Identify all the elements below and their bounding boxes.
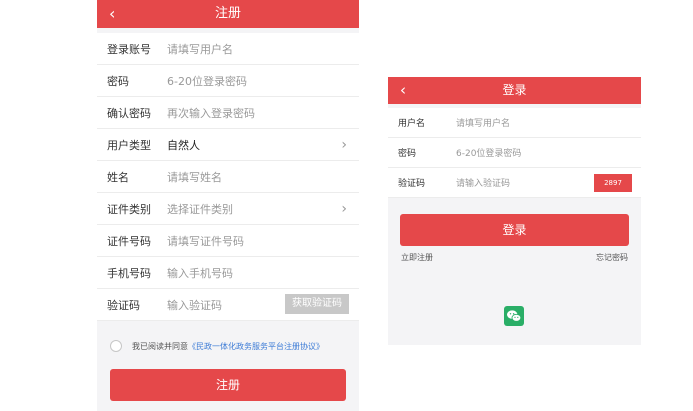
field-label: 密码	[398, 149, 417, 159]
login-screen: ‹ 登录 用户名 请填写用户名 密码 6-20位登录密码 验证码 请输入验证码 …	[388, 77, 641, 345]
register-screen: ‹ 注册 登录账号 请填写用户名 密码 6-20位登录密码 确认密码 再次输入登…	[97, 0, 359, 411]
back-icon[interactable]: ‹	[400, 77, 406, 104]
field-label: 姓名	[107, 170, 129, 184]
field-label: 用户类型	[107, 138, 151, 152]
id-type-value: 选择证件类别	[167, 202, 233, 216]
register-link[interactable]: 立即注册	[401, 252, 433, 263]
captcha-image[interactable]: 2897	[594, 174, 632, 192]
username-field[interactable]: 登录账号 请填写用户名	[97, 33, 359, 65]
login-form: 用户名 请填写用户名 密码 6-20位登录密码 验证码 请输入验证码 2897	[388, 108, 641, 198]
field-label: 证件类别	[107, 202, 151, 216]
page-title: 注册	[214, 6, 241, 21]
field-label: 验证码	[398, 179, 426, 189]
field-label: 密码	[107, 74, 129, 88]
id-number-field[interactable]: 证件号码 请填写证件号码	[97, 225, 359, 257]
agree-text: 我已阅读并同意	[132, 341, 188, 351]
phone-field[interactable]: 手机号码 输入手机号码	[97, 257, 359, 289]
phone-input[interactable]: 输入手机号码	[167, 265, 233, 281]
verify-code-input[interactable]: 输入验证码	[167, 297, 222, 313]
back-icon[interactable]: ‹	[109, 0, 115, 28]
user-type-select[interactable]: 用户类型 自然人 ›	[97, 129, 359, 161]
forgot-password-link[interactable]: 忘记密码	[596, 252, 628, 263]
agreement-link[interactable]: 《民政一体化政务服务平台注册协议》	[188, 341, 324, 352]
id-type-select[interactable]: 证件类别 选择证件类别 ›	[97, 193, 359, 225]
field-label: 确认密码	[107, 106, 151, 120]
username-input[interactable]: 请填写用户名	[167, 41, 233, 57]
user-type-value: 自然人	[167, 138, 200, 152]
password-input[interactable]: 6-20位登录密码	[167, 73, 247, 89]
username-field[interactable]: 用户名 请填写用户名	[388, 108, 641, 138]
field-label: 登录账号	[107, 42, 151, 56]
name-field[interactable]: 姓名 请填写姓名	[97, 161, 359, 193]
field-label: 验证码	[107, 298, 140, 312]
id-number-input[interactable]: 请填写证件号码	[167, 233, 244, 249]
agree-checkbox[interactable]	[110, 340, 122, 352]
register-form: 登录账号 请填写用户名 密码 6-20位登录密码 确认密码 再次输入登录密码 用…	[97, 33, 359, 321]
password-field[interactable]: 密码 6-20位登录密码	[388, 138, 641, 168]
confirm-password-field[interactable]: 确认密码 再次输入登录密码	[97, 97, 359, 129]
login-header: ‹ 登录	[388, 77, 641, 104]
password-field[interactable]: 密码 6-20位登录密码	[97, 65, 359, 97]
chevron-right-icon: ›	[341, 200, 347, 217]
login-button[interactable]: 登录	[400, 214, 629, 246]
get-code-button[interactable]: 获取验证码	[285, 294, 349, 314]
verify-code-field[interactable]: 验证码 输入验证码 获取验证码	[97, 289, 359, 321]
chevron-right-icon: ›	[341, 136, 347, 153]
register-button[interactable]: 注册	[110, 369, 346, 401]
username-input[interactable]: 请填写用户名	[456, 116, 510, 129]
wechat-icon[interactable]	[504, 306, 524, 326]
captcha-input[interactable]: 请输入验证码	[456, 176, 510, 189]
page-title: 登录	[502, 83, 527, 97]
field-label: 证件号码	[107, 234, 151, 248]
password-input[interactable]: 6-20位登录密码	[456, 146, 521, 159]
field-label: 用户名	[398, 119, 426, 129]
field-label: 手机号码	[107, 266, 151, 280]
confirm-password-input[interactable]: 再次输入登录密码	[167, 105, 255, 121]
login-links: 立即注册 忘记密码	[388, 252, 641, 263]
captcha-field[interactable]: 验证码 请输入验证码 2897	[388, 168, 641, 198]
agreement-row: 我已阅读并同意 《民政一体化政务服务平台注册协议》	[97, 329, 359, 363]
register-header: ‹ 注册	[97, 0, 359, 28]
name-input[interactable]: 请填写姓名	[167, 169, 222, 185]
